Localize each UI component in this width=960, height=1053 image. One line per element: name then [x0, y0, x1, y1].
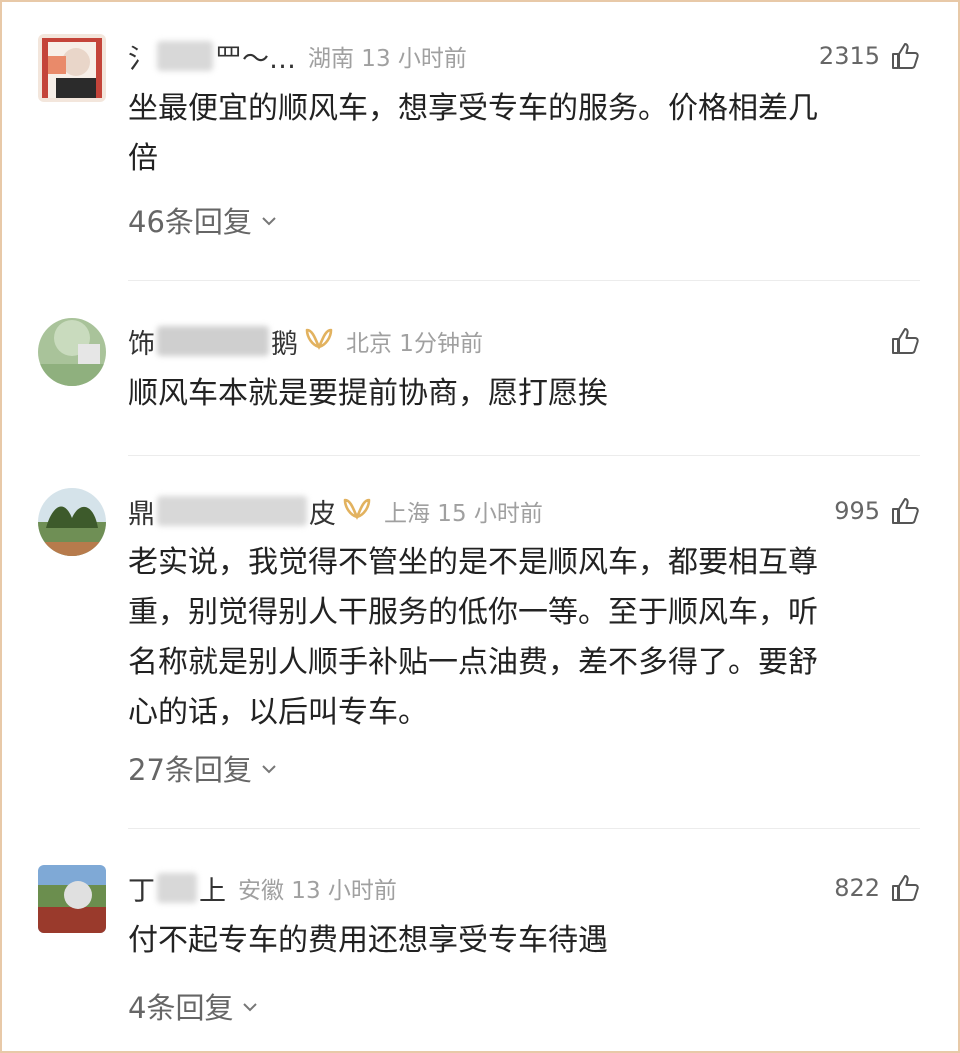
- like-area[interactable]: 2315: [819, 38, 920, 74]
- comment-meta: 丁 上 安徽 13 小时前: [128, 869, 397, 908]
- vip-badge-icon: [342, 497, 372, 525]
- like-count: 822: [834, 874, 880, 902]
- divider: [128, 280, 920, 281]
- replies-toggle[interactable]: 46条回复: [128, 200, 278, 240]
- comment-text: 坐最便宜的顺风车，想享受专车的服务。价格相差几 倍: [128, 84, 918, 184]
- replies-count: 27条回复: [128, 753, 252, 787]
- username[interactable]: 鼎: [128, 492, 155, 531]
- username[interactable]: 饰: [128, 322, 155, 361]
- comment-text: 顺风车本就是要提前协商，愿打愿挨: [128, 369, 918, 419]
- redacted-name: [157, 326, 269, 356]
- comment-meta: 鼎 皮 上海 15 小时前: [128, 492, 543, 531]
- comment-text: 老实说，我觉得不管坐的是不是顺风车，都要相互尊 重，别觉得别人干服务的低你一等。…: [128, 538, 918, 738]
- location-time: 上海 15 小时前: [384, 501, 543, 527]
- location-time: 北京 1分钟前: [346, 331, 483, 357]
- divider: [128, 455, 920, 456]
- comment-line: 付不起专车的费用还想享受专车待遇: [128, 923, 608, 958]
- replies-toggle[interactable]: 27条回复: [128, 748, 278, 788]
- username[interactable]: 氵: [128, 37, 155, 76]
- comment-line: 老实说，我觉得不管坐的是不是顺风车，都要相互尊: [128, 545, 818, 580]
- like-count: 2315: [818, 42, 880, 70]
- comment-meta: 饰 鹅 北京 1分钟前: [128, 322, 483, 361]
- comment-line: 名称就是别人顺手补贴一点油费，差不多得了。要舒: [128, 645, 818, 680]
- like-area[interactable]: 995: [834, 493, 920, 529]
- chevron-down-icon: [260, 751, 278, 785]
- comment-meta: 氵 罒～… 湖南 13 小时前: [128, 37, 467, 76]
- comment-line: 倍: [128, 141, 158, 176]
- like-area[interactable]: [880, 323, 920, 359]
- username-tail[interactable]: 上: [199, 869, 226, 908]
- replies-toggle[interactable]: 4条回复: [128, 986, 259, 1026]
- replies-count: 4条回复: [128, 991, 234, 1025]
- avatar[interactable]: [38, 318, 106, 386]
- username-tail[interactable]: 皮: [309, 492, 336, 531]
- thumbs-up-icon[interactable]: [890, 873, 920, 903]
- comment-text: 付不起专车的费用还想享受专车待遇: [128, 916, 918, 966]
- avatar[interactable]: [38, 865, 106, 933]
- username-tail[interactable]: 鹅: [271, 322, 298, 361]
- thumbs-up-icon[interactable]: [890, 41, 920, 71]
- location-time: 湖南 13 小时前: [308, 46, 467, 72]
- replies-count: 46条回复: [128, 205, 252, 239]
- chevron-down-icon: [241, 989, 259, 1023]
- avatar[interactable]: [38, 34, 106, 102]
- redacted-name: [157, 496, 307, 526]
- chevron-down-icon: [260, 203, 278, 237]
- location-time: 安徽 13 小时前: [238, 878, 397, 904]
- like-area[interactable]: 822: [834, 870, 920, 906]
- comment-line: 重，别觉得别人干服务的低你一等。至于顺风车，听: [128, 595, 818, 630]
- username[interactable]: 丁: [128, 869, 155, 908]
- comment-line: 坐最便宜的顺风车，想享受专车的服务。价格相差几: [128, 91, 818, 126]
- comment-line: 顺风车本就是要提前协商，愿打愿挨: [128, 376, 608, 411]
- comment-line: 心的话，以后叫专车。: [128, 695, 428, 730]
- vip-badge-icon: [304, 327, 334, 355]
- redacted-name: [157, 41, 213, 71]
- username-tail[interactable]: 罒～…: [215, 37, 296, 76]
- redacted-name: [157, 873, 197, 903]
- thumbs-up-icon[interactable]: [890, 326, 920, 356]
- avatar[interactable]: [38, 488, 106, 556]
- thumbs-up-icon[interactable]: [890, 496, 920, 526]
- divider: [128, 828, 920, 829]
- like-count: 995: [834, 497, 880, 525]
